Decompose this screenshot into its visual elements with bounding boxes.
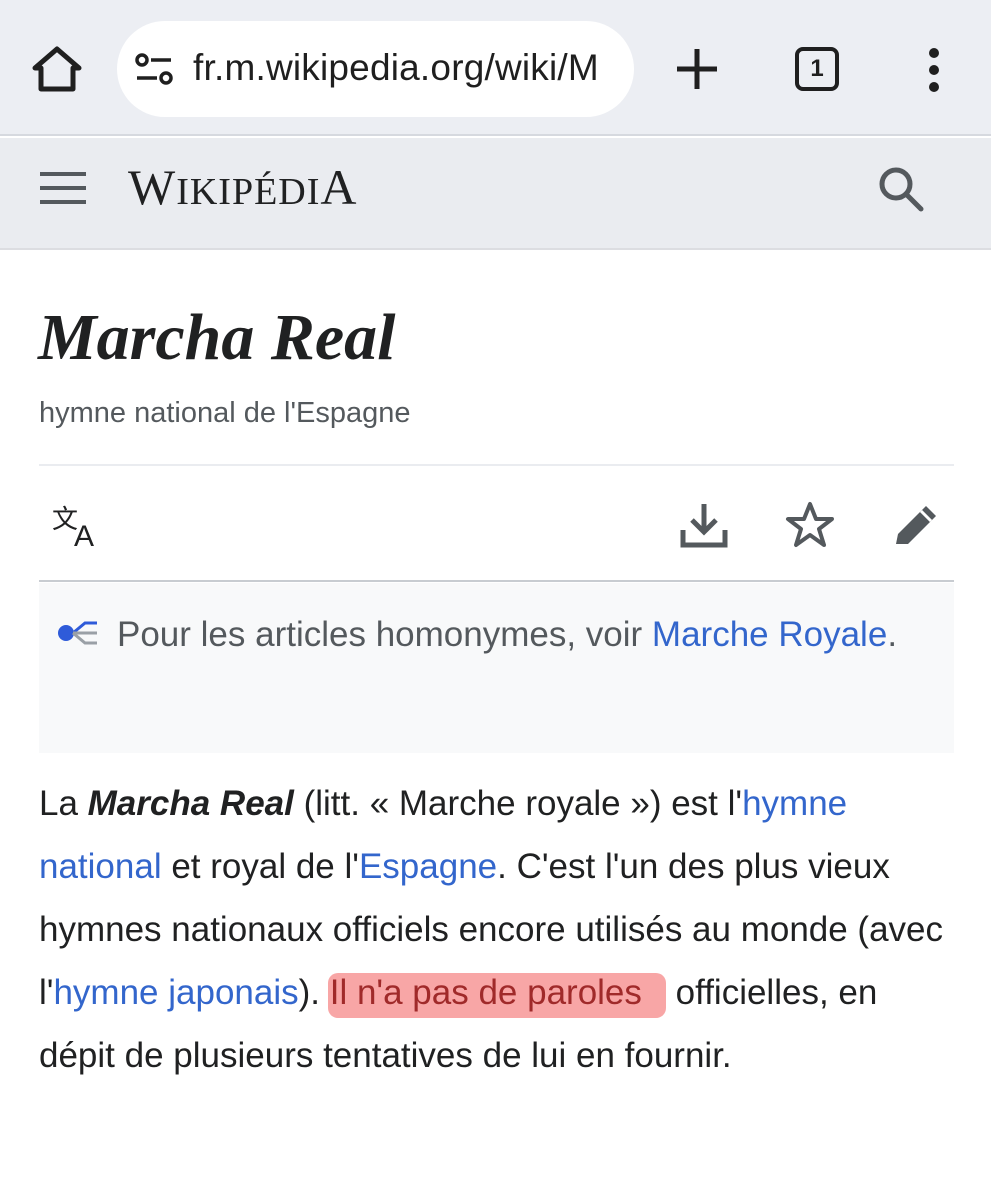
divider [39,580,954,582]
edit-pencil-icon[interactable] [890,500,942,550]
site-settings-icon[interactable] [135,51,175,87]
wikipedia-wordmark[interactable]: WIKIPÉDIA [128,158,358,216]
wordmark-initial: W [128,159,177,215]
link-espagne[interactable]: Espagne [359,847,497,886]
para-text-1: La [39,784,88,823]
language-icon[interactable]: 文 A [50,502,104,550]
download-icon[interactable] [678,500,730,550]
page-subtitle: hymne national de l'Espagne [39,397,411,429]
svg-text:A: A [74,520,94,550]
page-title: Marcha Real [38,301,396,374]
search-icon[interactable] [876,164,926,214]
tab-switcher-button[interactable]: 1 [795,47,839,91]
article-paragraph: La Marcha Real (litt. « Marche royale »)… [39,772,959,1087]
address-bar[interactable]: fr.m.wikipedia.org/wiki/M [117,21,634,117]
new-tab-icon[interactable] [674,46,720,92]
disambiguation-icon [58,621,97,645]
disambiguation-hatnote: Pour les articles homonymes, voir Marche… [39,583,954,753]
link-hymne-japonais[interactable]: hymne japonais [53,973,298,1012]
hatnote-suffix: . [887,615,898,654]
link-marche-royale[interactable]: Marche Royale [652,615,887,654]
watch-star-icon[interactable] [784,500,836,550]
wordmark-middle: IKIPÉDI [176,171,321,213]
para-text-3: et royal de l' [161,847,359,886]
hatnote-prefix: Pour les articles homonymes, voir [117,615,652,654]
para-text-5: ). [298,973,330,1012]
highlighted-phrase: Il n'a pas de paroles [327,973,666,1018]
more-menu-icon[interactable] [920,46,948,94]
browser-toolbar: fr.m.wikipedia.org/wiki/M 1 [0,0,991,136]
wordmark-final: A [320,159,358,215]
para-bold-title: Marcha Real [87,784,294,823]
hatnote-text: Pour les articles homonymes, voir Marche… [117,603,937,666]
wiki-header: WIKIPÉDIA [0,138,991,250]
hamburger-menu-icon[interactable] [40,168,86,208]
para-text-2: (litt. « Marche royale ») est l' [293,784,743,823]
divider [39,464,954,466]
url-text[interactable]: fr.m.wikipedia.org/wiki/M [193,47,617,93]
home-icon[interactable] [30,44,84,94]
